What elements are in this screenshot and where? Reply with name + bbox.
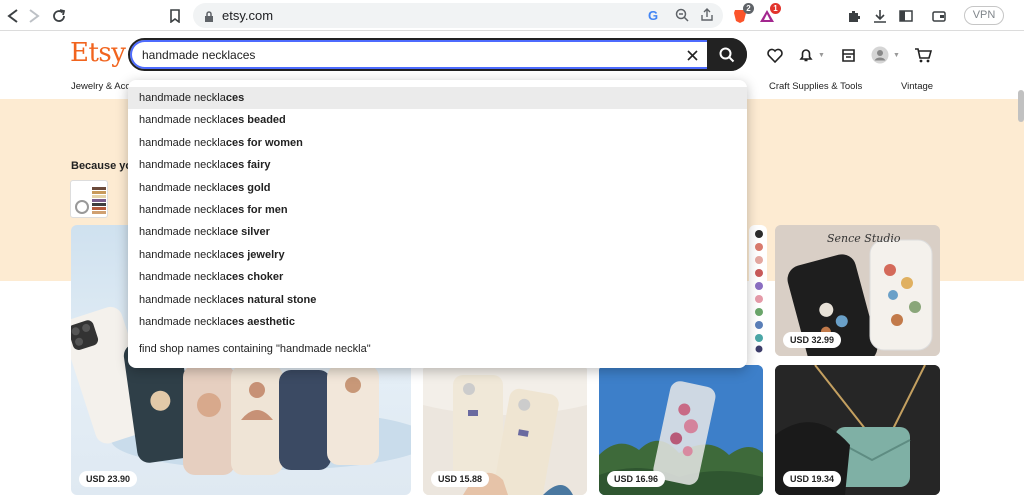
extensions-icon[interactable] [845,7,863,25]
suggestion-item[interactable]: handmade necklaces for men [128,199,747,221]
suggestion-completion: ces jewelry [225,249,285,261]
svg-text:Sence Studio: Sence Studio [827,232,901,245]
browser-toolbar: etsy.com G 2 1 VPN [0,0,1024,31]
product-price: USD 32.99 [783,332,842,348]
suggestion-completion: ces choker [225,271,284,283]
suggestion-item[interactable]: handmade necklaces fairy [128,154,747,176]
sidebar-icon[interactable] [897,7,915,25]
search-input[interactable]: handmade necklaces [142,48,255,62]
suggestion-item[interactable]: handmade necklaces choker [128,266,747,288]
suggestion-typed: handmade neckla [139,137,226,149]
suggestion-typed: handmade neckla [139,226,226,238]
bookmark-icon[interactable] [164,5,186,27]
suggestion-typed: handmade neckla [139,114,226,126]
suggestion-item[interactable]: handmade necklaces jewelry [128,244,747,266]
suggestion-typed: handmade neckla [139,159,226,171]
suggestion-completion: ces for women [225,137,303,149]
suggestion-item[interactable]: handmade necklaces natural stone [128,289,747,311]
because-you-viewed-label: Because yo [71,160,133,172]
search-button[interactable] [707,38,747,71]
reload-icon[interactable] [48,5,70,27]
nav-item-craft-supplies[interactable]: Craft Supplies & Tools [769,81,862,92]
product-card[interactable]: USD 19.34 [775,365,940,495]
product-card[interactable]: Sence Studio USD 32.99 [775,225,940,356]
wallet-icon[interactable] [930,7,948,25]
etsy-logo[interactable]: Etsy [70,38,126,68]
suggestion-completion: ces gold [225,182,271,194]
suggestion-completion: ces fairy [225,159,271,171]
suggestion-item[interactable]: handmade necklaces for women [128,132,747,154]
suggestion-typed: handmade neckla [139,249,226,261]
notifications-icon[interactable] [796,45,816,65]
suggestion-item[interactable]: handmade necklace silver [128,221,747,243]
cart-icon[interactable] [913,45,933,65]
nav-item-jewelry[interactable]: Jewelry & Acc [71,81,130,92]
product-price: USD 15.88 [431,471,490,487]
favorites-icon[interactable] [765,45,785,65]
suggestion-typed: handmade neckla [139,92,226,104]
suggestion-completion: ce silver [225,226,270,238]
forward-icon[interactable] [23,5,45,27]
shop-manager-icon[interactable] [838,45,858,65]
product-color-swatches [749,225,767,353]
avatar[interactable] [870,45,890,65]
brave-shield-icon[interactable]: 2 [731,3,754,25]
suggestion-typed: handmade neckla [139,204,226,216]
download-icon[interactable] [871,7,889,25]
notifications-caret-icon[interactable]: ▼ [818,52,825,59]
nav-item-vintage[interactable]: Vintage [901,81,933,92]
product-price: USD 19.34 [783,471,842,487]
product-card[interactable]: USD 15.88 [423,365,587,495]
recently-viewed-thumbnail[interactable] [70,180,108,218]
rewards-icon[interactable]: 1 [758,3,781,25]
search-bar[interactable]: handmade necklaces [128,38,747,71]
suggestion-completion: ces [225,92,245,104]
rewards-badge: 1 [770,3,781,14]
suggestion-typed: handmade neckla [139,294,226,306]
suggestion-completion: ces natural stone [225,294,317,306]
suggestion-item[interactable]: handmade necklaces [128,87,747,109]
zoom-icon[interactable] [675,8,689,27]
vpn-label: VPN [972,9,996,21]
suggestion-completion: ces beaded [225,114,286,126]
share-icon[interactable] [700,8,714,27]
url-text: etsy.com [222,8,274,23]
suggestion-item[interactable]: handmade necklaces beaded [128,109,747,131]
suggestion-item[interactable]: handmade necklaces aesthetic [128,311,747,333]
brave-badge: 2 [743,3,754,14]
suggestion-completion: ces aesthetic [225,316,295,328]
lock-icon [204,10,214,28]
suggestion-typed: handmade neckla [139,182,226,194]
vpn-button[interactable]: VPN [964,6,1004,25]
shop-name-search-label: find shop names containing "handmade nec… [139,343,371,355]
google-icon[interactable]: G [648,8,658,23]
shop-name-search-item[interactable]: find shop names containing "handmade nec… [128,338,747,360]
clear-search-icon[interactable] [683,46,701,64]
suggestion-typed: handmade neckla [139,316,226,328]
back-icon[interactable] [2,5,24,27]
search-icon [719,47,735,62]
account-caret-icon[interactable]: ▼ [893,52,900,59]
address-bar[interactable]: etsy.com G [193,3,723,28]
product-price: USD 16.96 [607,471,666,487]
search-suggestions-dropdown: handmade necklaces handmade necklaces be… [128,80,747,368]
page-scrollbar[interactable] [1018,90,1024,122]
product-price: USD 23.90 [79,471,138,487]
suggestion-item[interactable]: handmade necklaces gold [128,177,747,199]
product-card[interactable]: USD 16.96 [599,365,763,495]
suggestion-typed: handmade neckla [139,271,226,283]
suggestion-completion: ces for men [225,204,288,216]
